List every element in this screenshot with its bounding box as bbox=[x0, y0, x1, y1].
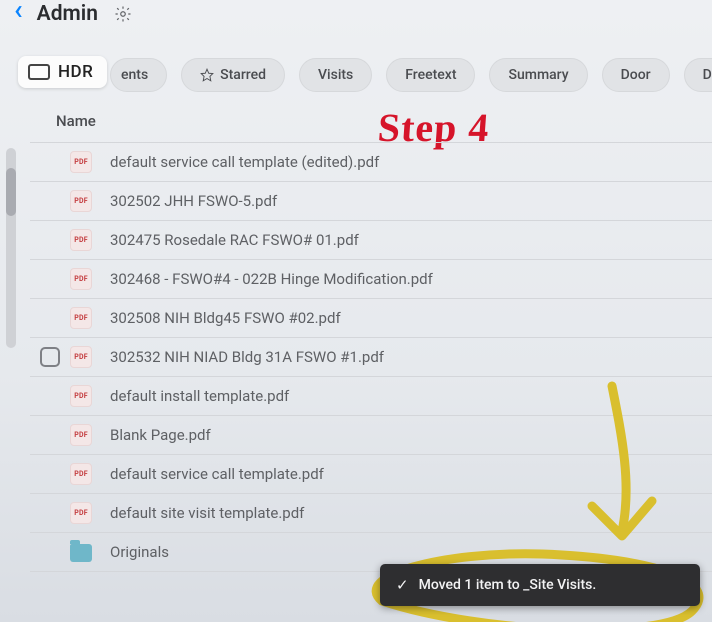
pdf-icon: PDF bbox=[70, 346, 92, 368]
filter-chip-default[interactable]: Default bbox=[684, 58, 712, 92]
file-row[interactable]: PDF 302468 - FSWO#4 - 022B Hinge Modifica… bbox=[30, 260, 712, 299]
check-icon: ✓ bbox=[396, 576, 409, 594]
filter-chip-freetext[interactable]: Freetext bbox=[386, 58, 475, 92]
file-row[interactable]: PDF default service call template (edited… bbox=[30, 143, 712, 182]
scrollbar-track[interactable] bbox=[6, 148, 16, 348]
pdf-icon: PDF bbox=[70, 502, 92, 524]
pdf-icon: PDF bbox=[70, 385, 92, 407]
pdf-icon: PDF bbox=[70, 424, 92, 446]
checkbox-cell bbox=[30, 347, 70, 367]
file-row[interactable]: PDF 302508 NIH Bldg45 FSWO #02.pdf bbox=[30, 299, 712, 338]
file-name: 302502 JHH FSWO-5.pdf bbox=[98, 192, 702, 210]
scrollbar-thumb[interactable] bbox=[6, 168, 16, 216]
star-icon bbox=[200, 68, 214, 82]
column-header-name[interactable]: Name bbox=[56, 112, 96, 130]
chip-label: Visits bbox=[318, 67, 353, 83]
file-row[interactable]: PDF 302502 JHH FSWO-5.pdf bbox=[30, 182, 712, 221]
pdf-icon: PDF bbox=[70, 268, 92, 290]
row-checkbox[interactable] bbox=[40, 347, 60, 367]
file-name: 302532 NIH NIAD Bldg 31A FSWO #1.pdf bbox=[98, 348, 702, 366]
gear-icon[interactable] bbox=[114, 5, 132, 23]
file-list: PDF default service call template (edited… bbox=[30, 142, 712, 572]
file-row[interactable]: PDF default install template.pdf bbox=[30, 377, 712, 416]
pdf-icon: PDF bbox=[70, 463, 92, 485]
filter-chip-door[interactable]: Door bbox=[602, 58, 670, 92]
filter-chip-summary[interactable]: Summary bbox=[489, 58, 587, 92]
screen-icon bbox=[28, 64, 50, 80]
file-row[interactable]: PDF 302475 Rosedale RAC FSWO# 01.pdf bbox=[30, 221, 712, 260]
file-row[interactable]: PDF default service call template.pdf bbox=[30, 455, 712, 494]
file-row[interactable]: PDF default site visit template.pdf bbox=[30, 494, 712, 533]
file-name: default service call template (edited).p… bbox=[98, 153, 702, 171]
filter-chip-ents[interactable]: ents bbox=[110, 58, 167, 92]
file-name: default install template.pdf bbox=[98, 387, 702, 405]
file-name: 302468 - FSWO#4 - 022B Hinge Modificatio… bbox=[98, 270, 702, 288]
file-name: Originals bbox=[98, 543, 702, 561]
pdf-icon: PDF bbox=[70, 229, 92, 251]
folder-icon bbox=[70, 544, 92, 562]
pdf-icon: PDF bbox=[70, 190, 92, 212]
chip-label: Door bbox=[621, 67, 651, 83]
top-bar: ‹ Admin bbox=[0, 0, 712, 30]
chip-label: Default bbox=[703, 67, 712, 83]
pdf-icon: PDF bbox=[70, 151, 92, 173]
hdr-overlay-badge: HDR bbox=[18, 56, 107, 88]
filter-chip-row: ents Starred Visits Freetext Summary Door Defa… bbox=[110, 58, 712, 92]
page-title: Admin bbox=[37, 2, 98, 26]
file-name: default service call template.pdf bbox=[98, 465, 702, 483]
chip-label: Starred bbox=[220, 67, 266, 83]
hdr-label: HDR bbox=[58, 62, 93, 82]
chip-label: Summary bbox=[508, 67, 568, 83]
file-row[interactable]: PDF Blank Page.pdf bbox=[30, 416, 712, 455]
pdf-icon: PDF bbox=[70, 307, 92, 329]
file-name: 302508 NIH Bldg45 FSWO #02.pdf bbox=[98, 309, 702, 327]
chip-label: Freetext bbox=[405, 67, 456, 83]
toast-text: Moved 1 item to _Site Visits. bbox=[419, 577, 597, 593]
filter-chip-starred[interactable]: Starred bbox=[181, 58, 285, 92]
file-name: 302475 Rosedale RAC FSWO# 01.pdf bbox=[98, 231, 702, 249]
file-name: default site visit template.pdf bbox=[98, 504, 702, 522]
filter-chip-visits[interactable]: Visits bbox=[299, 58, 372, 92]
file-name: Blank Page.pdf bbox=[98, 426, 702, 444]
chip-label: ents bbox=[121, 67, 148, 83]
file-row[interactable]: PDF 302532 NIH NIAD Bldg 31A FSWO #1.pdf bbox=[30, 338, 712, 377]
back-icon[interactable]: ‹ bbox=[14, 0, 23, 24]
toast-moved-item: ✓ Moved 1 item to _Site Visits. bbox=[380, 564, 700, 606]
